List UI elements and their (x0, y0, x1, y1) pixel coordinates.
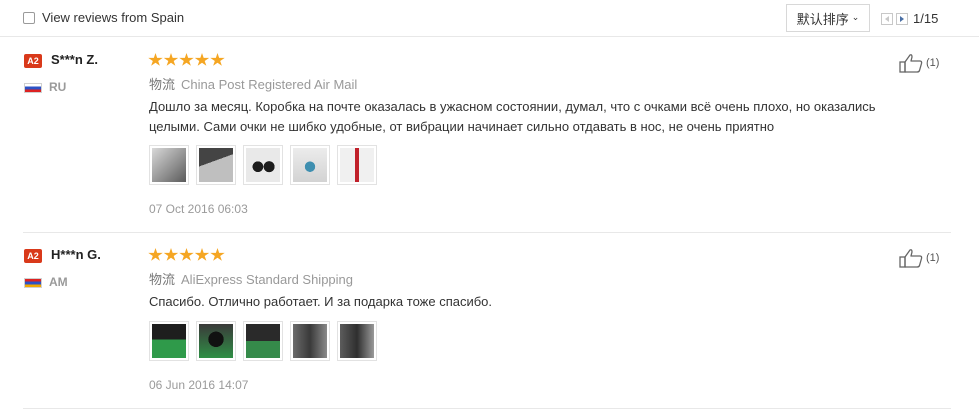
filter-checkbox[interactable] (23, 11, 35, 24)
star-icon (179, 53, 194, 66)
prev-page-button[interactable] (881, 12, 893, 25)
chevron-left-icon (885, 15, 889, 22)
star-icon (163, 53, 179, 66)
review-photo-thumbnail[interactable] (337, 145, 377, 185)
review-photo-thumbnail[interactable] (149, 145, 189, 185)
star-rating (148, 248, 226, 262)
shipping-info: 物流 China Post Registered Air Mail (149, 74, 357, 93)
star-icon (179, 248, 194, 261)
like-button[interactable]: (1) (899, 53, 939, 73)
star-icon (210, 53, 225, 66)
reviews-toolbar: View reviews from Spain 默认排序 ⌄ 1/15 (0, 0, 979, 37)
flag-ru-icon (24, 83, 42, 93)
review-photos (149, 145, 384, 185)
next-page-button[interactable] (896, 12, 908, 25)
review-divider (23, 232, 951, 233)
review-photo-thumbnail[interactable] (149, 321, 189, 361)
review-photo-thumbnail[interactable] (243, 321, 283, 361)
thumbs-up-icon (899, 249, 923, 268)
star-icon (210, 248, 225, 261)
review-photo-thumbnail[interactable] (243, 145, 283, 185)
review-photo-thumbnail[interactable] (290, 321, 330, 361)
chevron-down-icon: ⌄ (851, 13, 860, 23)
shipping-method: China Post Registered Air Mail (181, 77, 358, 92)
review-text: Спасибо. Отлично работает. И за подарка … (149, 294, 493, 309)
review-date: 06 Jun 2016 14:07 (149, 378, 249, 392)
review-divider (23, 408, 951, 409)
reviewer-country: AM (49, 275, 68, 289)
reviewer-name: S***n Z. (51, 52, 98, 67)
buyer-level-badge: A2 (24, 249, 42, 263)
review-text: Дошло за месяц. Коробка на почте оказала… (149, 99, 876, 134)
shipping-method: AliExpress Standard Shipping (181, 272, 354, 287)
sort-dropdown[interactable]: 默认排序 ⌄ (786, 4, 870, 32)
review-photo-thumbnail[interactable] (290, 145, 330, 185)
shipping-info: 物流 AliExpress Standard Shipping (149, 269, 353, 288)
star-rating (148, 53, 226, 67)
reviewer-name: H***n G. (51, 247, 101, 262)
sort-label: 默认排序 (796, 12, 849, 28)
shipping-label: 物流 (149, 78, 176, 93)
star-icon (148, 53, 163, 66)
like-count: (1) (926, 252, 940, 264)
filter-label[interactable]: View reviews from Spain (42, 10, 184, 25)
like-button[interactable]: (1) (899, 248, 939, 268)
review-date: 07 Oct 2016 06:03 (149, 202, 248, 216)
review-photo-thumbnail[interactable] (196, 145, 236, 185)
review-photo-thumbnail[interactable] (196, 321, 236, 361)
page-indicator: 1/15 (913, 11, 939, 26)
pagination: 1/15 (881, 11, 938, 26)
review-photos (149, 321, 384, 361)
star-icon (194, 53, 210, 66)
buyer-level-badge: A2 (24, 54, 42, 68)
shipping-label: 物流 (149, 273, 176, 288)
star-icon (148, 248, 163, 261)
country-filter[interactable]: View reviews from Spain (23, 10, 184, 25)
review-photo-thumbnail[interactable] (337, 321, 377, 361)
flag-am-icon (24, 278, 42, 288)
like-count: (1) (926, 57, 940, 69)
reviewer-country: RU (49, 80, 67, 94)
star-icon (194, 248, 210, 261)
star-icon (163, 248, 179, 261)
thumbs-up-icon (899, 54, 923, 73)
chevron-right-icon (900, 15, 904, 22)
